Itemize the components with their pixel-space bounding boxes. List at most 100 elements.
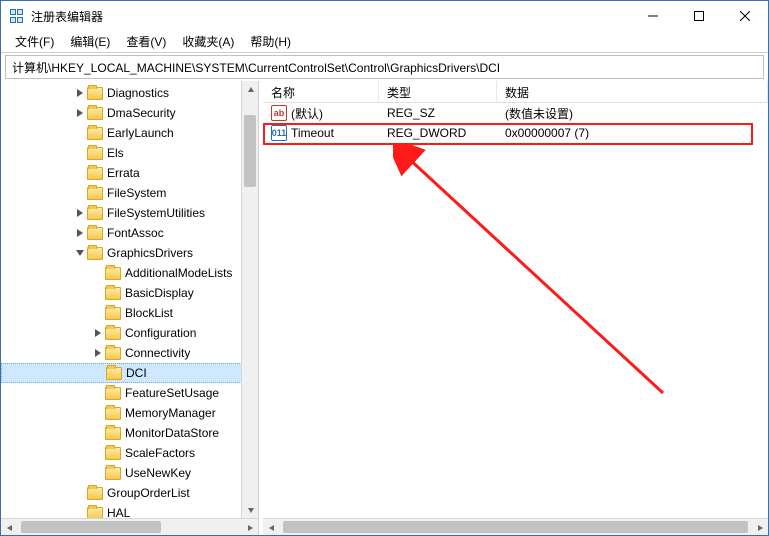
folder-icon	[87, 87, 103, 100]
folder-icon	[87, 187, 103, 200]
tree-node-label: Configuration	[125, 326, 196, 340]
value-data: 0x00000007 (7)	[497, 126, 768, 140]
values-hscrollbar[interactable]	[263, 518, 768, 535]
tree-node[interactable]: BlockList	[1, 303, 258, 323]
address-text: 计算机\HKEY_LOCAL_MACHINE\SYSTEM\CurrentCon…	[12, 59, 500, 76]
tree-node-label: Errata	[107, 166, 140, 180]
tree-node-label: BlockList	[125, 306, 173, 320]
tree-node-label: Els	[107, 146, 124, 160]
folder-icon	[105, 407, 121, 420]
folder-icon	[87, 247, 103, 260]
tree-node[interactable]: MonitorDataStore	[1, 423, 258, 443]
dword-value-icon: 011	[271, 125, 287, 141]
tree-node[interactable]: FileSystem	[1, 183, 258, 203]
folder-icon	[105, 427, 121, 440]
folder-icon	[105, 287, 121, 300]
tree-node-label: FontAssoc	[107, 226, 164, 240]
tree-node-label: FileSystemUtilities	[107, 206, 205, 220]
tree-hscrollbar[interactable]	[1, 518, 258, 535]
tree-node[interactable]: FontAssoc	[1, 223, 258, 243]
value-type: REG_SZ	[379, 106, 497, 120]
tree-node-label: UseNewKey	[125, 466, 191, 480]
chevron-right-icon[interactable]	[73, 209, 87, 217]
chevron-right-icon[interactable]	[91, 329, 105, 337]
tree-pane: Diagnostics DmaSecurity EarlyLaunch Els Erra…	[1, 81, 259, 535]
menu-file[interactable]: 文件(F)	[7, 31, 62, 52]
close-button[interactable]	[722, 1, 768, 31]
tree-node[interactable]: AdditionalModeLists	[1, 263, 258, 283]
address-bar[interactable]: 计算机\HKEY_LOCAL_MACHINE\SYSTEM\CurrentCon…	[5, 55, 764, 79]
tree-node[interactable]: FeatureSetUsage	[1, 383, 258, 403]
chevron-right-icon[interactable]	[73, 109, 87, 117]
value-data: (数值未设置)	[497, 105, 768, 122]
tree-node[interactable]: EarlyLaunch	[1, 123, 258, 143]
folder-icon	[105, 307, 121, 320]
tree-node-label: Connectivity	[125, 346, 190, 360]
maximize-button[interactable]	[676, 1, 722, 31]
tree-node-label: DCI	[126, 366, 147, 380]
value-type: REG_DWORD	[379, 126, 497, 140]
titlebar: 注册表编辑器	[1, 1, 768, 31]
tree-node-label: FileSystem	[107, 186, 166, 200]
value-name: Timeout	[291, 126, 334, 140]
tree-node[interactable]: Els	[1, 143, 258, 163]
window-title: 注册表编辑器	[31, 8, 630, 25]
tree-node[interactable]: UseNewKey	[1, 463, 258, 483]
folder-icon	[87, 207, 103, 220]
menu-fav[interactable]: 收藏夹(A)	[174, 31, 242, 52]
tree-node-label: DmaSecurity	[107, 106, 176, 120]
folder-icon	[105, 347, 121, 360]
menu-help[interactable]: 帮助(H)	[242, 31, 299, 52]
minimize-button[interactable]	[630, 1, 676, 31]
menu-bar: 文件(F) 编辑(E) 查看(V) 收藏夹(A) 帮助(H)	[1, 31, 768, 53]
tree-node-label: FeatureSetUsage	[125, 386, 219, 400]
tree-node-label: AdditionalModeLists	[125, 266, 232, 280]
folder-icon	[87, 127, 103, 140]
chevron-right-icon[interactable]	[73, 229, 87, 237]
tree-node-label: BasicDisplay	[125, 286, 194, 300]
values-list[interactable]: ab(默认) REG_SZ(数值未设置) 011 Timeout REG_DWORD0x…	[263, 103, 768, 535]
tree-node-label: GroupOrderList	[107, 486, 190, 500]
folder-icon	[105, 467, 121, 480]
tree-node-label: MemoryManager	[125, 406, 216, 420]
folder-icon	[105, 327, 121, 340]
folder-icon	[87, 107, 103, 120]
chevron-right-icon[interactable]	[73, 89, 87, 97]
chevron-down-icon[interactable]	[73, 249, 87, 257]
folder-icon	[105, 267, 121, 280]
tree-node[interactable]: DmaSecurity	[1, 103, 258, 123]
string-value-icon: ab	[271, 105, 287, 121]
values-header: 名称 类型 数据	[263, 81, 768, 103]
tree-node[interactable]: Diagnostics	[1, 83, 258, 103]
col-data[interactable]: 数据	[497, 81, 768, 102]
chevron-right-icon[interactable]	[91, 349, 105, 357]
tree-node[interactable]: ScaleFactors	[1, 443, 258, 463]
tree-node[interactable]: DCI	[1, 363, 258, 383]
tree-node[interactable]: GroupOrderList	[1, 483, 258, 503]
folder-icon	[87, 227, 103, 240]
folder-icon	[87, 167, 103, 180]
folder-icon	[87, 147, 103, 160]
folder-icon	[105, 387, 121, 400]
tree-node[interactable]: BasicDisplay	[1, 283, 258, 303]
folder-icon	[106, 367, 122, 380]
col-name[interactable]: 名称	[263, 81, 379, 102]
tree-node[interactable]: Connectivity	[1, 343, 258, 363]
value-name: (默认)	[291, 105, 323, 122]
regedit-icon	[9, 8, 25, 24]
tree-node[interactable]: MemoryManager	[1, 403, 258, 423]
tree-node[interactable]: GraphicsDrivers	[1, 243, 258, 263]
value-row[interactable]: ab(默认) REG_SZ(数值未设置)	[263, 103, 768, 123]
menu-view[interactable]: 查看(V)	[118, 31, 174, 52]
tree-node[interactable]: FileSystemUtilities	[1, 203, 258, 223]
tree-node[interactable]: Configuration	[1, 323, 258, 343]
registry-tree[interactable]: Diagnostics DmaSecurity EarlyLaunch Els Erra…	[1, 81, 258, 525]
col-type[interactable]: 类型	[379, 81, 497, 102]
tree-node[interactable]: Errata	[1, 163, 258, 183]
tree-node-label: EarlyLaunch	[107, 126, 174, 140]
menu-edit[interactable]: 编辑(E)	[62, 31, 118, 52]
tree-vscrollbar[interactable]	[241, 81, 258, 518]
value-row[interactable]: 011 Timeout REG_DWORD0x00000007 (7)	[263, 123, 768, 143]
tree-node-label: MonitorDataStore	[125, 426, 219, 440]
annotation-arrow-icon	[393, 143, 673, 403]
